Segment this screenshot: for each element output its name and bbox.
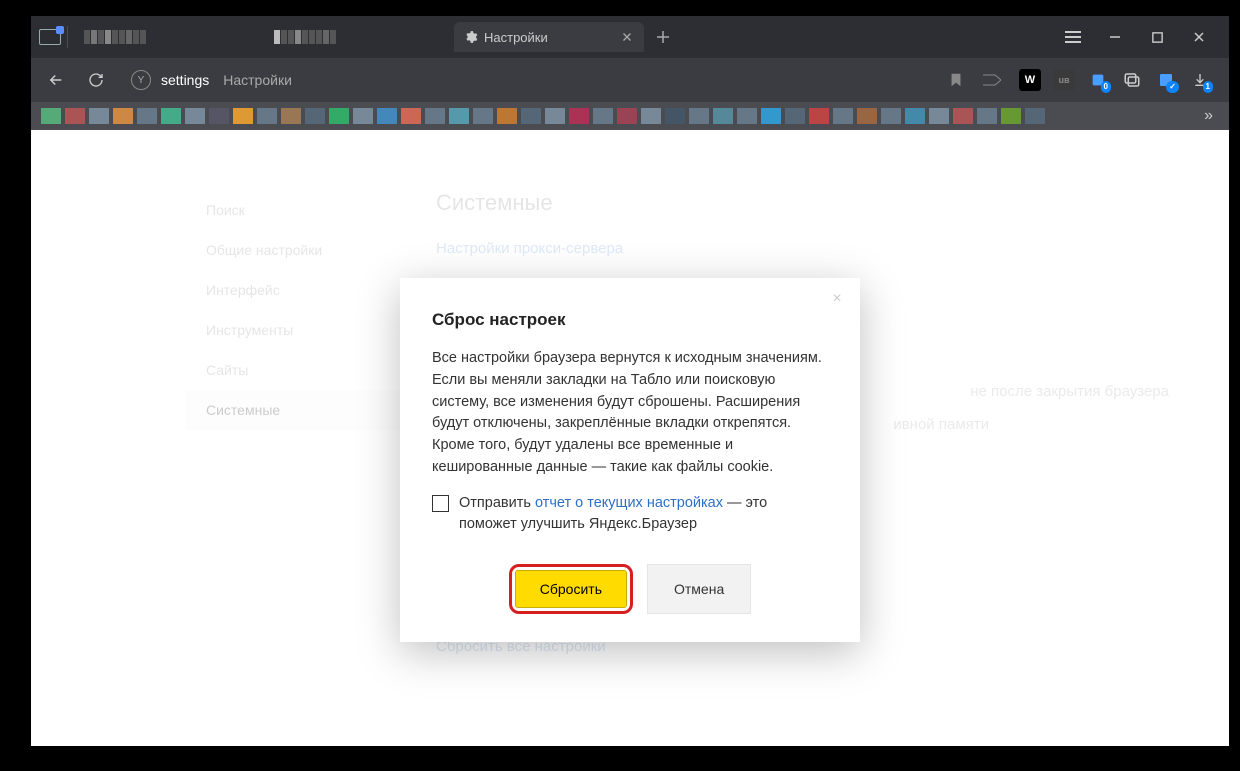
bookmark-item[interactable] (449, 108, 469, 124)
tablo-icon[interactable] (983, 73, 1001, 87)
browser-tab-1[interactable] (74, 22, 264, 52)
bookmark-item[interactable] (929, 108, 949, 124)
bookmark-item[interactable] (65, 108, 85, 124)
dialog-title: Сброс настроек (432, 310, 828, 330)
bookmark-icon[interactable] (949, 72, 963, 88)
gear-icon (464, 30, 478, 44)
menu-button[interactable] (1059, 23, 1087, 51)
back-button[interactable] (41, 65, 71, 95)
bookmark-item[interactable] (785, 108, 805, 124)
bookmarks-overflow-button[interactable]: » (1198, 107, 1219, 125)
bookmark-item[interactable] (401, 108, 421, 124)
maximize-button[interactable] (1143, 23, 1171, 51)
bookmark-item[interactable] (209, 108, 229, 124)
bookmark-item[interactable] (593, 108, 613, 124)
bookmark-item[interactable] (953, 108, 973, 124)
checkbox-label: Отправить отчет о текущих настройках — э… (459, 493, 828, 537)
address-bar[interactable]: Y settings Настройки (121, 64, 973, 96)
bookmark-item[interactable] (161, 108, 181, 124)
bookmark-item[interactable] (665, 108, 685, 124)
new-tab-button[interactable] (650, 24, 676, 50)
modal-overlay: × Сброс настроек Все настройки браузера … (31, 130, 1229, 746)
tabs-overview-button[interactable] (39, 29, 61, 45)
translate-icon[interactable]: ✓ (1155, 69, 1177, 91)
bookmark-item[interactable] (233, 108, 253, 124)
close-dialog-button[interactable]: × (828, 290, 846, 308)
bookmark-item[interactable] (377, 108, 397, 124)
bookmark-item[interactable] (425, 108, 445, 124)
bookmark-item[interactable] (977, 108, 997, 124)
bookmark-item[interactable] (737, 108, 757, 124)
bookmark-item[interactable] (761, 108, 781, 124)
browser-tab-2[interactable] (264, 22, 454, 52)
bookmark-item[interactable] (545, 108, 565, 124)
browser-tab-settings[interactable]: Настройки (454, 22, 644, 52)
bookmark-item[interactable] (41, 108, 61, 124)
bookmark-item[interactable] (569, 108, 589, 124)
dialog-body: Все настройки браузера вернутся к исходн… (432, 348, 828, 479)
bookmark-item[interactable] (185, 108, 205, 124)
bookmark-item[interactable] (113, 108, 133, 124)
downloads-icon[interactable]: 1 (1189, 69, 1211, 91)
report-details-link[interactable]: отчет о текущих настройках (535, 495, 723, 511)
blurred-content (274, 30, 336, 44)
reload-button[interactable] (81, 65, 111, 95)
address-path: settings (161, 72, 209, 88)
bookmark-item[interactable] (713, 108, 733, 124)
address-title: Настройки (223, 72, 292, 88)
bookmark-item[interactable] (521, 108, 541, 124)
bookmark-item[interactable] (881, 108, 901, 124)
ublock-extension-icon[interactable]: uʙ (1053, 69, 1075, 91)
bookmark-item[interactable] (1025, 108, 1045, 124)
reset-button[interactable]: Сбросить (515, 570, 627, 608)
bookmark-item[interactable] (689, 108, 709, 124)
close-tab-button[interactable] (620, 30, 634, 44)
extension-badge-icon[interactable]: 0 (1087, 69, 1109, 91)
bookmark-item[interactable] (497, 108, 517, 124)
bookmark-item[interactable] (473, 108, 493, 124)
bookmark-item[interactable] (257, 108, 277, 124)
bookmark-item[interactable] (641, 108, 661, 124)
bookmark-item[interactable] (89, 108, 109, 124)
site-info-icon[interactable]: Y (131, 70, 151, 90)
bookmark-item[interactable] (281, 108, 301, 124)
separator (67, 26, 68, 48)
bookmark-item[interactable] (137, 108, 157, 124)
bookmarks-bar: » (31, 102, 1229, 130)
bookmark-item[interactable] (905, 108, 925, 124)
tab-label: Настройки (484, 30, 548, 45)
cancel-button[interactable]: Отмена (647, 564, 751, 614)
send-report-checkbox[interactable] (432, 495, 449, 512)
bookmark-item[interactable] (353, 108, 373, 124)
bookmark-item[interactable] (617, 108, 637, 124)
bookmark-item[interactable] (1001, 108, 1021, 124)
close-window-button[interactable] (1185, 23, 1213, 51)
bookmark-item[interactable] (857, 108, 877, 124)
bookmark-item[interactable] (329, 108, 349, 124)
reset-settings-dialog: × Сброс настроек Все настройки браузера … (400, 278, 860, 642)
bookmark-item[interactable] (305, 108, 325, 124)
bookmark-item[interactable] (833, 108, 853, 124)
blurred-content (84, 30, 146, 44)
feedback-icon[interactable] (1121, 69, 1143, 91)
minimize-button[interactable] (1101, 23, 1129, 51)
vk-extension-icon[interactable]: W (1019, 69, 1041, 91)
bookmark-item[interactable] (809, 108, 829, 124)
